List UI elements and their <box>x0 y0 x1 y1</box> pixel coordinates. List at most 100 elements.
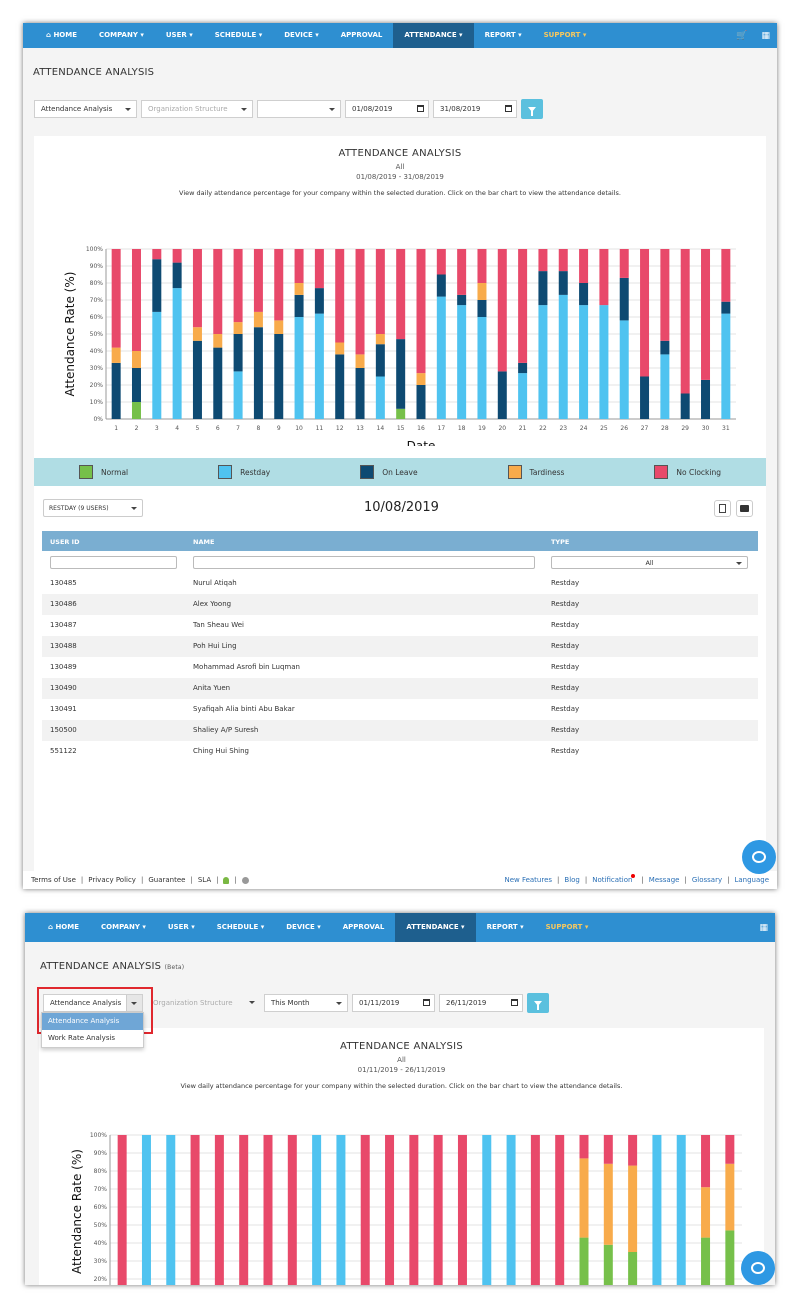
table-row[interactable]: 150500 Shaliey A/P Suresh Restday <box>42 720 758 741</box>
bar-segment-on-leave[interactable] <box>538 271 548 306</box>
attendance-chart-november[interactable]: 10%20%30%40%50%60%70%80%90%100%Attendanc… <box>39 1108 764 1285</box>
bar-segment-on-leave[interactable] <box>396 339 406 409</box>
table-row[interactable]: 130486 Alex Yoong Restday <box>42 594 758 615</box>
bar-segment-no-clocking[interactable] <box>375 249 385 334</box>
bar-segment-no-clocking[interactable] <box>409 1135 419 1285</box>
bar-segment-restday[interactable] <box>652 1135 662 1285</box>
bar-segment-no-clocking[interactable] <box>518 249 528 363</box>
bar-segment-no-clocking[interactable] <box>721 249 731 302</box>
apps-grid-icon[interactable]: ▦ <box>754 31 777 41</box>
bar-segment-restday[interactable] <box>619 320 629 419</box>
bar-segment-no-clocking[interactable] <box>294 249 304 283</box>
dropdown-option-attendance-analysis[interactable]: Attendance Analysis <box>42 1013 143 1030</box>
bar-segment-no-clocking[interactable] <box>433 1135 443 1285</box>
bar-segment-no-clocking[interactable] <box>111 249 121 348</box>
bar-segment-on-leave[interactable] <box>518 362 528 374</box>
table-row[interactable]: 130487 Tan Sheau Wei Restday <box>42 615 758 636</box>
bar-segment-no-clocking[interactable] <box>335 249 345 343</box>
bar-segment-tardiness[interactable] <box>603 1163 613 1245</box>
bar-segment-on-leave[interactable] <box>152 259 162 312</box>
bar-segment-no-clocking[interactable] <box>555 1135 565 1285</box>
bar-segment-no-clocking[interactable] <box>152 249 162 260</box>
bar-segment-no-clocking[interactable] <box>701 1135 711 1188</box>
bar-segment-tardiness[interactable] <box>111 347 121 363</box>
bar-segment-restday[interactable] <box>579 305 589 419</box>
calendar-icon[interactable] <box>505 105 512 112</box>
android-icon[interactable] <box>223 876 230 884</box>
bar-segment-restday[interactable] <box>152 311 162 419</box>
bar-segment-on-leave[interactable] <box>131 368 141 402</box>
nav-item-device[interactable]: DEVICE ▾ <box>275 913 331 942</box>
report-type-select[interactable]: Attendance Analysis <box>34 100 137 118</box>
bar-segment-no-clocking[interactable] <box>314 249 324 289</box>
bar-segment-tardiness[interactable] <box>416 373 426 385</box>
bar-segment-restday[interactable] <box>436 296 446 419</box>
bar-segment-no-clocking[interactable] <box>416 249 426 374</box>
bar-segment-restday[interactable] <box>375 376 385 420</box>
footer-link-new-features[interactable]: New Features <box>504 876 552 884</box>
start-date-field[interactable]: 01/08/2019 <box>345 100 429 118</box>
calendar-icon[interactable] <box>417 105 424 112</box>
table-row[interactable]: 130489 Mohammad Asrofi bin Luqman Restday <box>42 657 758 678</box>
nav-item-attendance[interactable]: ATTENDANCE ▾ <box>393 23 474 48</box>
nav-item-attendance[interactable]: ATTENDANCE ▾ <box>395 913 476 942</box>
filter-button[interactable] <box>527 993 549 1013</box>
bar-segment-tardiness[interactable] <box>375 334 385 345</box>
footer-link-blog[interactable]: Blog <box>564 876 579 884</box>
bar-segment-on-leave[interactable] <box>660 340 670 355</box>
column-header-user-id[interactable]: USER ID <box>50 538 79 546</box>
bar-segment-restday[interactable] <box>558 294 568 419</box>
bar-segment-restday[interactable] <box>172 288 182 419</box>
bar-segment-normal[interactable] <box>701 1237 711 1285</box>
bar-segment-no-clocking[interactable] <box>233 249 243 323</box>
table-row[interactable]: 130490 Anita Yuen Restday <box>42 678 758 699</box>
bar-segment-no-clocking[interactable] <box>579 249 589 283</box>
footer-link-message[interactable]: Message <box>649 876 680 884</box>
nav-item-approval[interactable]: APPROVAL <box>332 913 396 942</box>
apple-icon[interactable] <box>241 876 249 884</box>
bar-segment-no-clocking[interactable] <box>117 1135 127 1285</box>
table-row[interactable]: 130488 Poh Hui Ling Restday <box>42 636 758 657</box>
bar-segment-on-leave[interactable] <box>721 301 731 314</box>
bar-segment-no-clocking[interactable] <box>628 1135 638 1166</box>
bar-segment-no-clocking[interactable] <box>603 1135 613 1164</box>
bar-segment-on-leave[interactable] <box>416 385 426 419</box>
bar-segment-tardiness[interactable] <box>579 1158 589 1238</box>
bar-segment-no-clocking[interactable] <box>190 1135 200 1285</box>
bar-segment-no-clocking[interactable] <box>239 1135 249 1285</box>
bar-segment-on-leave[interactable] <box>274 334 284 419</box>
bar-segment-no-clocking[interactable] <box>558 249 568 272</box>
bar-segment-restday[interactable] <box>482 1135 492 1285</box>
bar-segment-no-clocking[interactable] <box>263 1135 273 1285</box>
user-id-filter-input[interactable] <box>50 556 177 569</box>
bar-segment-on-leave[interactable] <box>375 344 385 377</box>
calendar-icon[interactable] <box>511 999 518 1006</box>
bar-segment-no-clocking[interactable] <box>701 249 711 380</box>
footer-link-terms-of-use[interactable]: Terms of Use <box>31 876 76 884</box>
bar-segment-on-leave[interactable] <box>436 274 446 297</box>
bar-segment-on-leave[interactable] <box>579 283 589 306</box>
legend-item-on-leave[interactable]: On Leave <box>360 465 418 479</box>
bar-segment-normal[interactable] <box>396 408 406 419</box>
bar-segment-tardiness[interactable] <box>233 322 243 334</box>
cart-icon[interactable]: 🛒 <box>729 31 754 41</box>
bar-segment-tardiness[interactable] <box>335 342 345 355</box>
chat-button[interactable] <box>741 1251 775 1285</box>
bar-segment-on-leave[interactable] <box>213 347 223 419</box>
bar-segment-restday[interactable] <box>166 1135 176 1285</box>
dropdown-option-work-rate-analysis[interactable]: Work Rate Analysis <box>42 1030 143 1047</box>
bar-segment-tardiness[interactable] <box>628 1165 638 1252</box>
bar-segment-no-clocking[interactable] <box>213 249 223 334</box>
bar-segment-restday[interactable] <box>599 305 609 419</box>
nav-item-company[interactable]: COMPANY ▾ <box>90 913 157 942</box>
type-filter-select[interactable]: All <box>551 556 748 569</box>
nav-item-schedule[interactable]: SCHEDULE ▾ <box>206 913 276 942</box>
nav-item-home[interactable]: ⌂ HOME <box>35 23 88 48</box>
bar-segment-no-clocking[interactable] <box>579 1135 589 1159</box>
bar-segment-no-clocking[interactable] <box>660 249 670 341</box>
bar-segment-tardiness[interactable] <box>131 351 141 368</box>
bar-segment-on-leave[interactable] <box>477 300 487 317</box>
bar-segment-restday[interactable] <box>506 1135 516 1285</box>
bar-segment-no-clocking[interactable] <box>530 1135 540 1285</box>
org-structure-select[interactable]: Organization Structure <box>141 100 253 118</box>
